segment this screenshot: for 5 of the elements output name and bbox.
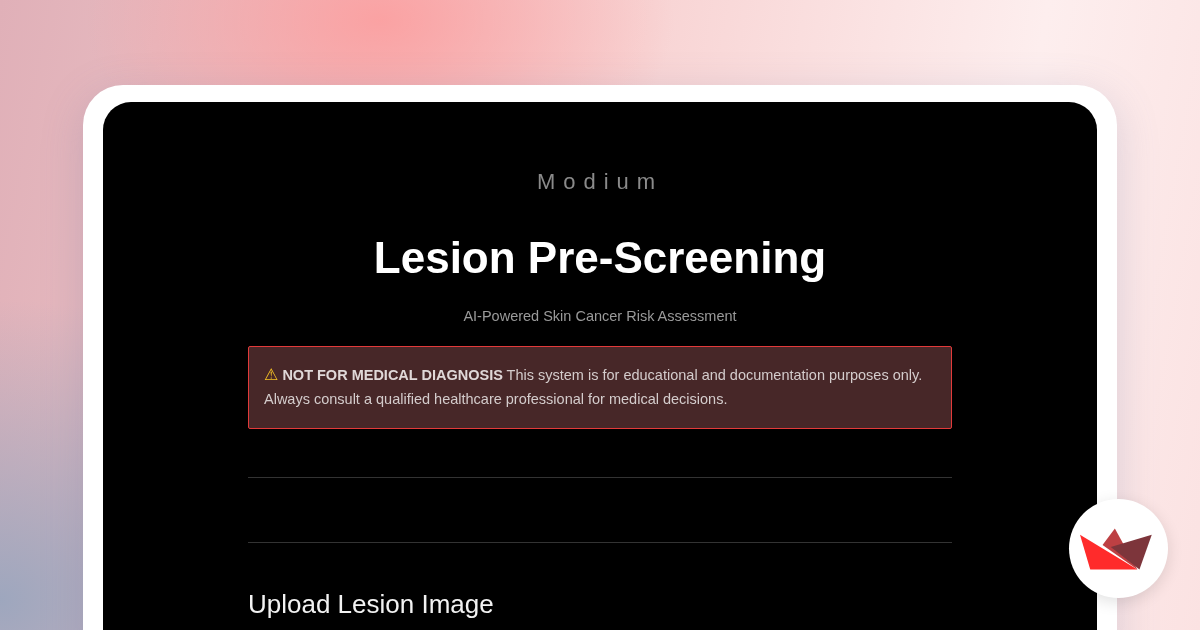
section-heading: Upload Lesion Image <box>248 588 495 621</box>
brand-name: Modium <box>535 168 665 196</box>
warning-text: ⚠ NOT FOR MEDICAL DIAGNOSIS This system is for educational and documentation purposes only. Always consult a qualified healthcare professional for medical decisions. <box>264 364 924 409</box>
page-title: Lesion Pre-Screening <box>372 232 828 284</box>
page-subtitle: AI-Powered Skin Cancer Risk Assessment <box>462 307 738 326</box>
